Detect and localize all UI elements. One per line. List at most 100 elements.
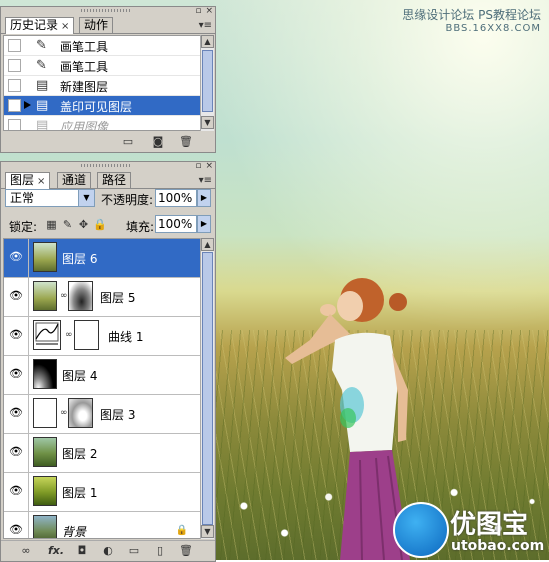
snapshot-checkbox[interactable] (8, 39, 21, 52)
link-chain-icon[interactable]: ∞ (65, 330, 73, 341)
panel-titlebar[interactable]: ▫ × (1, 6, 215, 16)
layer-row[interactable]: 👁 图层 6 (4, 239, 202, 278)
layer-row[interactable]: 👁 图层 1 (4, 473, 202, 512)
fill-slider-arrow-icon[interactable]: ▶ (197, 215, 211, 233)
visibility-eye-icon[interactable]: 👁 (8, 446, 24, 458)
layer-row[interactable]: 👁 图层 4 (4, 356, 202, 395)
snapshot-checkbox[interactable] (8, 79, 21, 92)
snapshot-checkbox[interactable] (8, 119, 21, 130)
lock-all-icon[interactable]: 🔒 (93, 218, 107, 231)
watermark: 思缘设计论坛 PS教程论坛 BBS.16XX8.COM (402, 6, 541, 34)
history-item[interactable]: ✎ 画笔工具 (4, 36, 200, 56)
logo-text: 优图宝 (450, 510, 529, 540)
scroll-up-icon[interactable]: ▲ (201, 35, 214, 48)
tab-close-icon[interactable]: × (37, 176, 45, 187)
new-group-icon[interactable]: ▭ (127, 544, 141, 558)
new-document-from-state-icon[interactable]: ▭ (121, 135, 135, 149)
lock-transparency-icon[interactable]: ▦ (45, 218, 58, 231)
layer-name: 图层 3 (100, 408, 136, 422)
logo-url: utobao.com (451, 538, 545, 554)
history-toolbar: ▭ ◙ 🗑 (1, 132, 215, 152)
snapshot-checkbox[interactable] (8, 99, 21, 112)
scroll-thumb[interactable] (202, 50, 213, 112)
tab-channels[interactable]: 通道 (57, 172, 92, 188)
history-item-label: 新建图层 (60, 80, 109, 94)
new-layer-icon[interactable]: ▯ (153, 544, 167, 558)
layer-name: 图层 6 (62, 252, 98, 266)
tab-label: 图层 (10, 173, 35, 187)
document-icon: ▤ (36, 118, 49, 131)
visibility-eye-icon[interactable]: 👁 (8, 368, 24, 380)
visibility-eye-icon[interactable]: 👁 (8, 251, 24, 263)
tab-paths[interactable]: 路径 (97, 172, 132, 188)
history-tabs: 历史记录 × 动作 ▾≡ (1, 15, 215, 34)
history-item[interactable]: ▤ 应用图像 (4, 116, 200, 131)
visibility-eye-icon[interactable]: 👁 (8, 407, 24, 419)
visibility-eye-icon[interactable]: 👁 (8, 329, 24, 341)
trash-icon[interactable]: 🗑 (179, 135, 193, 149)
layer-thumbnail (33, 242, 57, 272)
watermark-line3: BBS.16XX8.COM (445, 23, 541, 34)
tab-actions[interactable]: 动作 (79, 17, 114, 33)
tab-layers[interactable]: 图层 × (5, 172, 51, 189)
lock-pixels-icon[interactable]: ✎ (61, 218, 74, 231)
history-item[interactable]: ✎ 画笔工具 (4, 56, 200, 76)
opacity-input[interactable]: 100% (155, 189, 197, 207)
history-item[interactable]: ▤ 新建图层 (4, 76, 200, 96)
scroll-down-icon[interactable]: ▼ (201, 116, 214, 129)
blend-opacity-row: 正常 ▼ 不透明度: 100% ▶ (5, 189, 211, 209)
fill-label: 填充: (126, 220, 155, 234)
tab-label: 路径 (102, 173, 127, 187)
scroll-thumb[interactable] (202, 252, 213, 525)
trash-icon[interactable]: 🗑 (179, 544, 193, 558)
layer-row[interactable]: 👁 ∞ 图层 3 (4, 395, 202, 434)
tab-history[interactable]: 历史记录 × (5, 17, 75, 34)
history-item-label: 画笔工具 (60, 60, 109, 74)
scroll-down-icon[interactable]: ▼ (201, 525, 214, 538)
lock-icon: 🔒 (175, 525, 188, 536)
panel-menu-icon[interactable]: ▾≡ (199, 20, 212, 31)
layer-name: 图层 4 (62, 369, 98, 383)
history-scrollbar[interactable]: ▲ ▼ (200, 35, 214, 131)
history-panel: ▫× 历史记录× 动作 ▾≡ ✎ 画笔工具 ✎ 画笔工具 ▤ 新建图层 ▤ (0, 6, 216, 153)
layer-row[interactable]: 👁 图层 2 (4, 434, 202, 473)
link-chain-icon[interactable]: ∞ (60, 291, 68, 302)
layer-name: 曲线 1 (108, 330, 144, 344)
layer-style-fx-icon[interactable]: fx. (45, 544, 67, 558)
tab-label: 通道 (62, 173, 87, 187)
visibility-eye-icon[interactable]: 👁 (8, 290, 24, 302)
brush-icon: ✎ (36, 58, 47, 73)
tab-close-icon[interactable]: × (61, 21, 69, 32)
layer-mask-thumbnail[interactable] (68, 281, 93, 311)
panel-menu-icon[interactable]: ▾≡ (199, 175, 212, 186)
visibility-eye-icon[interactable]: 👁 (8, 485, 24, 497)
scroll-up-icon[interactable]: ▲ (201, 238, 214, 251)
adjustment-layer-icon[interactable]: ◐ (101, 544, 115, 558)
add-mask-icon[interactable]: ◘ (75, 544, 89, 558)
chevron-down-icon[interactable]: ▼ (78, 190, 94, 206)
history-item[interactable]: ▤ 盖印可见图层 (4, 96, 200, 116)
layer-row[interactable]: 👁 背景 🔒 (4, 512, 202, 539)
panel-titlebar[interactable]: ▫ × (1, 161, 215, 171)
blend-mode-select[interactable]: 正常 ▼ (5, 189, 95, 207)
layers-panel: ▫ × 图层 × 通道 路径 ▾≡ 正常 ▼ 不透明度: 100% ▶ 锁定: ▦ … (0, 161, 216, 562)
tab-label: 动作 (84, 18, 109, 32)
opacity-slider-arrow-icon[interactable]: ▶ (197, 189, 211, 207)
visibility-eye-icon[interactable]: 👁 (8, 524, 24, 536)
layer-name: 背景 (62, 525, 87, 539)
snapshot-checkbox[interactable] (8, 59, 21, 72)
lock-position-icon[interactable]: ✥ (77, 218, 90, 231)
layer-row[interactable]: 👁 ∞ 曲线 1 (4, 317, 202, 356)
camera-snapshot-icon[interactable]: ◙ (151, 135, 165, 149)
fill-input[interactable]: 100% (155, 215, 197, 233)
layer-mask-thumbnail[interactable] (74, 320, 99, 350)
layer-list: 👁 图层 6 👁 ∞ 图层 5 👁 ∞ 曲线 1 👁 图层 4 👁 ∞ 图层 3… (3, 238, 203, 539)
history-item-label: 盖印可见图层 (60, 100, 133, 114)
link-layers-icon[interactable]: ∞ (19, 544, 33, 558)
link-chain-icon[interactable]: ∞ (60, 408, 68, 419)
layer-mask-thumbnail[interactable] (68, 398, 93, 428)
layers-scrollbar[interactable]: ▲ ▼ (200, 238, 214, 539)
layer-row[interactable]: 👁 ∞ 图层 5 (4, 278, 202, 317)
curves-adjustment-icon (33, 320, 61, 350)
layers-tabs: 图层 × 通道 路径 ▾≡ (1, 170, 215, 189)
